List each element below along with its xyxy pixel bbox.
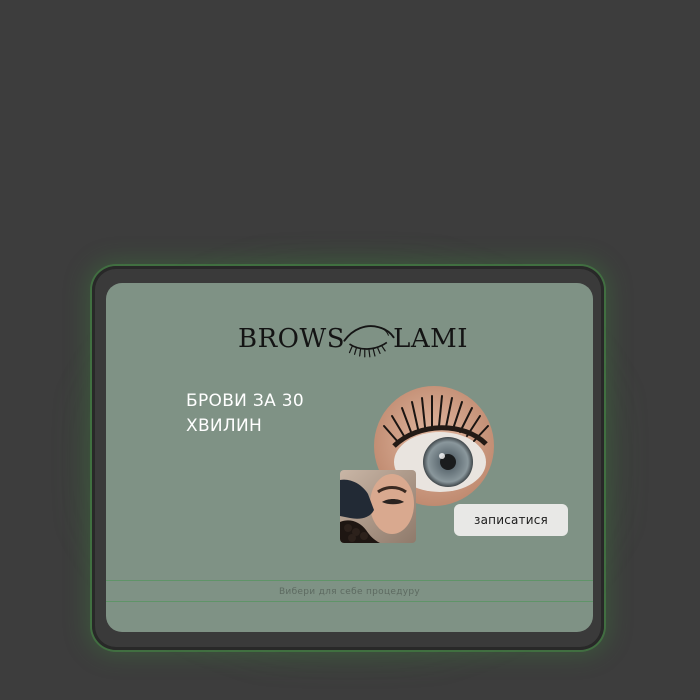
choose-procedure-caption[interactable]: Вибери для себе процедуру (106, 587, 593, 597)
logo-left-word: BROWS (238, 324, 346, 354)
page: BROWS LAMI БРОВИ ЗА 30 ХВИЛИН записатися… (0, 0, 700, 700)
hero-headline: БРОВИ ЗА 30 ХВИЛИН (186, 389, 386, 439)
divider-top (106, 580, 593, 581)
headline-line-1: БРОВИ ЗА 30 (186, 391, 304, 411)
promo-card: BROWS LAMI БРОВИ ЗА 30 ХВИЛИН записатися… (106, 283, 593, 632)
brand-logo: BROWS LAMI (238, 315, 468, 363)
logo-right-word: LAMI (393, 324, 468, 354)
closed-eye-brow-icon (343, 325, 395, 358)
brow-treatment-photo (340, 470, 416, 543)
headline-line-2: ХВИЛИН (186, 416, 263, 436)
book-button[interactable]: записатися (454, 504, 568, 536)
divider-bottom (106, 601, 593, 602)
